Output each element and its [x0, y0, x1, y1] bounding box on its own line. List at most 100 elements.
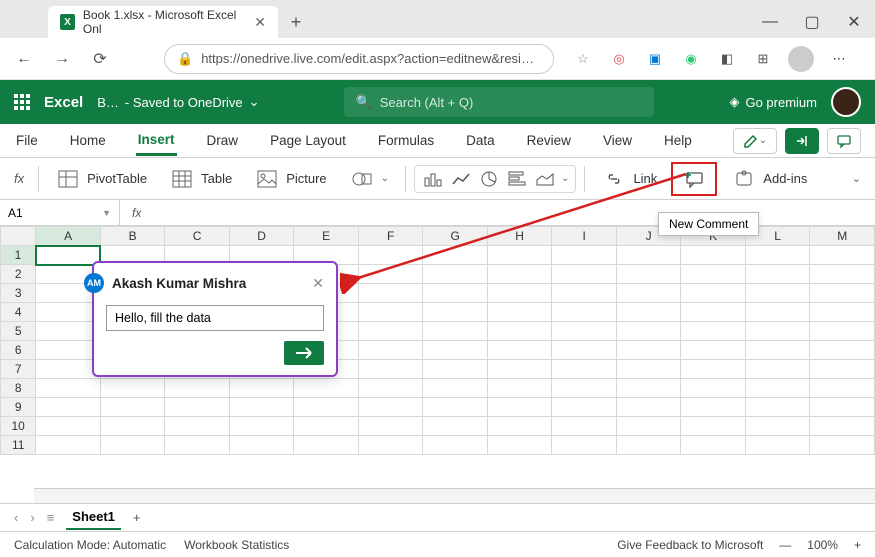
cell[interactable]: [745, 265, 810, 284]
cell[interactable]: [487, 417, 552, 436]
send-comment-button[interactable]: [284, 341, 324, 365]
more-icon[interactable]: ⋯: [828, 48, 850, 70]
cell[interactable]: [36, 246, 101, 265]
cell[interactable]: [745, 303, 810, 322]
sheet-next-button[interactable]: ›: [30, 510, 34, 525]
tab-file[interactable]: File: [14, 127, 40, 154]
cell[interactable]: [681, 246, 746, 265]
extension-icon-1[interactable]: ◎: [608, 48, 630, 70]
cell[interactable]: [165, 417, 230, 436]
tab-formulas[interactable]: Formulas: [376, 127, 436, 154]
cell[interactable]: [552, 398, 617, 417]
cell[interactable]: [100, 436, 165, 455]
cell[interactable]: [487, 303, 552, 322]
favorite-icon[interactable]: ☆: [572, 48, 594, 70]
line-chart-button[interactable]: [449, 169, 473, 189]
share-button[interactable]: [785, 128, 819, 154]
cell[interactable]: [487, 322, 552, 341]
cell[interactable]: [810, 379, 875, 398]
cell[interactable]: [229, 398, 294, 417]
cell[interactable]: [423, 417, 488, 436]
document-title[interactable]: B… - Saved to OneDrive ⌄: [97, 94, 259, 110]
cell[interactable]: [616, 398, 681, 417]
cell[interactable]: [358, 284, 423, 303]
cell[interactable]: [681, 417, 746, 436]
cell[interactable]: [423, 379, 488, 398]
cell[interactable]: [358, 322, 423, 341]
workbook-stats[interactable]: Workbook Statistics: [184, 538, 289, 552]
cell[interactable]: [36, 341, 101, 360]
column-header[interactable]: D: [229, 227, 294, 246]
cell[interactable]: [358, 436, 423, 455]
cell[interactable]: [358, 360, 423, 379]
cell[interactable]: [36, 417, 101, 436]
cell[interactable]: [745, 379, 810, 398]
cell[interactable]: [681, 436, 746, 455]
close-button[interactable]: ✕: [833, 6, 875, 38]
cell[interactable]: [423, 398, 488, 417]
row-header[interactable]: 8: [1, 379, 36, 398]
cell[interactable]: [810, 417, 875, 436]
cell[interactable]: [487, 436, 552, 455]
cell[interactable]: [552, 284, 617, 303]
close-icon[interactable]: ✕: [312, 275, 324, 292]
horizontal-scrollbar[interactable]: [34, 488, 875, 503]
url-input[interactable]: 🔒 https://onedrive.live.com/edit.aspx?ac…: [164, 44, 554, 74]
cell[interactable]: [616, 284, 681, 303]
pivot-table-button[interactable]: PivotTable: [47, 164, 155, 194]
cell[interactable]: [810, 436, 875, 455]
cell[interactable]: [358, 303, 423, 322]
cell[interactable]: [681, 303, 746, 322]
cell[interactable]: [810, 303, 875, 322]
cell[interactable]: [552, 303, 617, 322]
cell[interactable]: [681, 379, 746, 398]
cell[interactable]: [616, 360, 681, 379]
cell[interactable]: [294, 417, 359, 436]
cell[interactable]: [810, 265, 875, 284]
tab-page-layout[interactable]: Page Layout: [268, 127, 348, 154]
cell[interactable]: [36, 303, 101, 322]
cell[interactable]: [745, 284, 810, 303]
cell[interactable]: [616, 341, 681, 360]
select-all-corner[interactable]: [1, 227, 36, 246]
cell[interactable]: [681, 360, 746, 379]
row-header[interactable]: 3: [1, 284, 36, 303]
cell[interactable]: [810, 284, 875, 303]
cell[interactable]: [100, 417, 165, 436]
column-header[interactable]: A: [36, 227, 101, 246]
back-button[interactable]: ←: [10, 45, 38, 73]
column-header[interactable]: H: [487, 227, 552, 246]
cell[interactable]: [100, 379, 165, 398]
forward-button[interactable]: →: [48, 45, 76, 73]
cell[interactable]: [487, 379, 552, 398]
cell[interactable]: [552, 265, 617, 284]
cell[interactable]: [745, 417, 810, 436]
cell[interactable]: [487, 265, 552, 284]
cell[interactable]: [36, 322, 101, 341]
tab-draw[interactable]: Draw: [205, 127, 241, 154]
cell[interactable]: [358, 341, 423, 360]
cell[interactable]: [423, 303, 488, 322]
sheet-all-button[interactable]: ≡: [47, 510, 55, 525]
cell[interactable]: [165, 436, 230, 455]
cell[interactable]: [552, 322, 617, 341]
cell[interactable]: [552, 379, 617, 398]
cell[interactable]: [36, 398, 101, 417]
cell[interactable]: [423, 341, 488, 360]
cell[interactable]: [294, 436, 359, 455]
cell[interactable]: [229, 417, 294, 436]
cell[interactable]: [745, 436, 810, 455]
cell[interactable]: [358, 398, 423, 417]
picture-button[interactable]: Picture: [246, 164, 334, 194]
cell[interactable]: [810, 322, 875, 341]
cell[interactable]: [745, 246, 810, 265]
cell[interactable]: [423, 322, 488, 341]
cell[interactable]: [616, 417, 681, 436]
cell[interactable]: [165, 379, 230, 398]
link-button[interactable]: Link: [593, 164, 665, 194]
column-chart-button[interactable]: [421, 169, 445, 189]
area-chart-button[interactable]: [533, 169, 557, 189]
shapes-button[interactable]: ⌄: [341, 164, 397, 194]
cell[interactable]: [36, 379, 101, 398]
sheet-tab[interactable]: Sheet1: [66, 505, 121, 530]
